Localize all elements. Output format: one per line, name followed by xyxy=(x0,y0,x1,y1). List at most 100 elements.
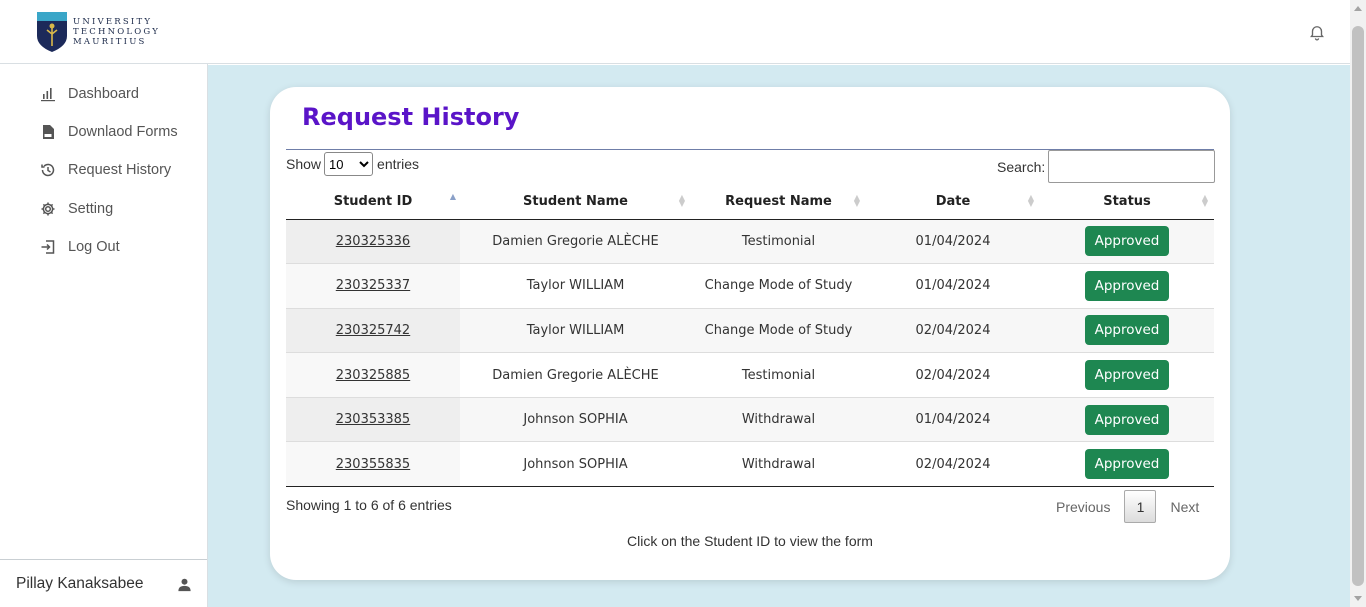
table-info: Showing 1 to 6 of 6 entries xyxy=(286,497,452,513)
student-id-link[interactable]: 230325885 xyxy=(336,368,410,383)
page-title: Request History xyxy=(302,103,520,131)
date-cell: 02/04/2024 xyxy=(866,441,1040,488)
sort-icon: ▲ ▼ xyxy=(1027,193,1034,208)
sidebar-item-log-out[interactable]: Log Out xyxy=(40,239,120,255)
date-cell: 02/04/2024 xyxy=(866,352,1040,398)
student-id-link[interactable]: 230353385 xyxy=(336,412,410,427)
date-cell: 01/04/2024 xyxy=(866,397,1040,443)
student-id-link[interactable]: 230325336 xyxy=(336,234,410,249)
table-header-row: Student ID ▲ Student Name ▲ ▼ Request Name ▲… xyxy=(286,185,1214,220)
bell-icon[interactable] xyxy=(1308,23,1326,41)
status-badge: Approved xyxy=(1085,360,1169,391)
request-table: Student ID ▲ Student Name ▲ ▼ Request Name ▲… xyxy=(286,185,1214,488)
sidebar-item-label: Setting xyxy=(68,201,114,217)
date-cell: 01/04/2024 xyxy=(866,219,1040,265)
sort-icon: ▲ ▼ xyxy=(678,193,685,208)
student-name-cell: Damien Gregorie ALÈCHE xyxy=(460,352,691,398)
university-logo[interactable]: UNIVERSITY TECHNOLOGY MAURITIUS xyxy=(37,12,160,52)
student-id-link[interactable]: 230355835 xyxy=(336,457,410,472)
student-name-cell: Taylor WILLIAM xyxy=(460,308,691,354)
status-badge: Approved xyxy=(1085,315,1169,346)
student-id-link[interactable]: 230325337 xyxy=(336,278,410,293)
top-bar: UNIVERSITY TECHNOLOGY MAURITIUS xyxy=(0,0,1350,64)
request-history-card: Request History Show 10 entries Search: … xyxy=(270,87,1230,580)
show-label: Show xyxy=(286,156,322,172)
logo-text: UNIVERSITY TECHNOLOGY MAURITIUS xyxy=(73,17,161,47)
status-cell: Approved xyxy=(1040,263,1214,309)
table-row: 230325337 Taylor WILLIAM Change Mode of … xyxy=(286,263,1214,309)
sidebar-item-download-forms[interactable]: Downlaod Forms xyxy=(40,124,178,140)
view-form-hint: Click on the Student ID to view the form xyxy=(627,533,873,549)
sidebar-item-request-history[interactable]: Request History xyxy=(40,162,171,178)
request-name-cell: Withdrawal xyxy=(691,397,866,443)
user-name: Pillay Kanaksabee xyxy=(16,575,144,592)
request-name-cell: Change Mode of Study xyxy=(691,263,866,309)
student-id-cell: 230325337 xyxy=(286,263,460,309)
request-name-cell: Testimonial xyxy=(691,352,866,398)
scroll-up-arrow-icon[interactable] xyxy=(1354,6,1362,11)
request-name-cell: Withdrawal xyxy=(691,441,866,488)
status-badge: Approved xyxy=(1085,226,1169,257)
table-row: 230355835 Johnson SOPHIA Withdrawal 02/0… xyxy=(286,441,1214,488)
column-header-request-name[interactable]: Request Name ▲ ▼ xyxy=(691,185,866,220)
column-header-student-id[interactable]: Student ID ▲ xyxy=(286,185,460,220)
scrollbar-thumb[interactable] xyxy=(1352,26,1364,586)
bar-chart-icon xyxy=(41,88,55,102)
entries-select[interactable]: 10 xyxy=(324,152,374,176)
request-name-cell: Testimonial xyxy=(691,219,866,265)
column-header-status[interactable]: Status ▲ ▼ xyxy=(1040,185,1214,220)
column-header-student-name[interactable]: Student Name ▲ ▼ xyxy=(460,185,691,220)
logout-icon xyxy=(41,240,55,254)
table-row: 230325336 Damien Gregorie ALÈCHE Testimo… xyxy=(286,219,1214,265)
student-name-cell: Johnson SOPHIA xyxy=(460,397,691,443)
status-badge: Approved xyxy=(1085,449,1169,480)
page-scrollbar[interactable] xyxy=(1350,0,1366,607)
sort-ascending-icon: ▲ xyxy=(449,192,456,201)
table-row: 230353385 Johnson SOPHIA Withdrawal 01/0… xyxy=(286,397,1214,443)
sidebar: Dashboard Downlaod Forms Request History… xyxy=(0,64,208,607)
sort-icon: ▲ ▼ xyxy=(853,193,860,208)
entries-length-control: Show 10 entries xyxy=(286,152,419,176)
student-id-cell: 230325742 xyxy=(286,308,460,354)
sidebar-item-dashboard[interactable]: Dashboard xyxy=(40,86,139,102)
gear-icon xyxy=(41,202,55,216)
page-1-button[interactable]: 1 xyxy=(1124,490,1157,523)
column-header-date[interactable]: Date ▲ ▼ xyxy=(866,185,1040,220)
student-id-cell: 230353385 xyxy=(286,397,460,443)
history-icon xyxy=(41,163,55,177)
sidebar-item-label: Request History xyxy=(68,162,172,178)
user-icon[interactable] xyxy=(177,577,192,592)
status-badge: Approved xyxy=(1085,270,1169,301)
search-control: Search: xyxy=(997,150,1216,183)
student-id-cell: 230325336 xyxy=(286,219,460,265)
status-cell: Approved xyxy=(1040,219,1214,265)
student-id-cell: 230325885 xyxy=(286,352,460,398)
date-cell: 01/04/2024 xyxy=(866,263,1040,309)
user-panel: Pillay Kanaksabee xyxy=(0,559,207,607)
pagination: Previous 1 Next xyxy=(1046,490,1209,523)
table-row: 230325885 Damien Gregorie ALÈCHE Testimo… xyxy=(286,352,1214,398)
status-badge: Approved xyxy=(1085,404,1169,435)
sidebar-item-setting[interactable]: Setting xyxy=(40,201,113,217)
sort-icon: ▲ ▼ xyxy=(1201,193,1208,208)
pdf-file-icon xyxy=(43,125,54,139)
sidebar-item-label: Downlaod Forms xyxy=(68,124,178,140)
search-label: Search: xyxy=(997,158,1046,175)
student-name-cell: Damien Gregorie ALÈCHE xyxy=(460,219,691,265)
request-name-cell: Change Mode of Study xyxy=(691,308,866,354)
status-cell: Approved xyxy=(1040,397,1214,443)
date-cell: 02/04/2024 xyxy=(866,308,1040,354)
status-cell: Approved xyxy=(1040,352,1214,398)
search-input[interactable] xyxy=(1048,150,1216,183)
sidebar-item-label: Log Out xyxy=(68,239,120,255)
student-name-cell: Taylor WILLIAM xyxy=(460,263,691,309)
sidebar-item-label: Dashboard xyxy=(68,86,139,102)
student-id-link[interactable]: 230325742 xyxy=(336,323,410,338)
table-row: 230325742 Taylor WILLIAM Change Mode of … xyxy=(286,308,1214,354)
next-page-button[interactable]: Next xyxy=(1160,499,1209,515)
main-content: Request History Show 10 entries Search: … xyxy=(208,65,1350,607)
student-id-cell: 230355835 xyxy=(286,441,460,488)
previous-page-button[interactable]: Previous xyxy=(1046,499,1120,515)
scroll-down-arrow-icon[interactable] xyxy=(1354,596,1362,601)
entries-label: entries xyxy=(377,156,420,172)
